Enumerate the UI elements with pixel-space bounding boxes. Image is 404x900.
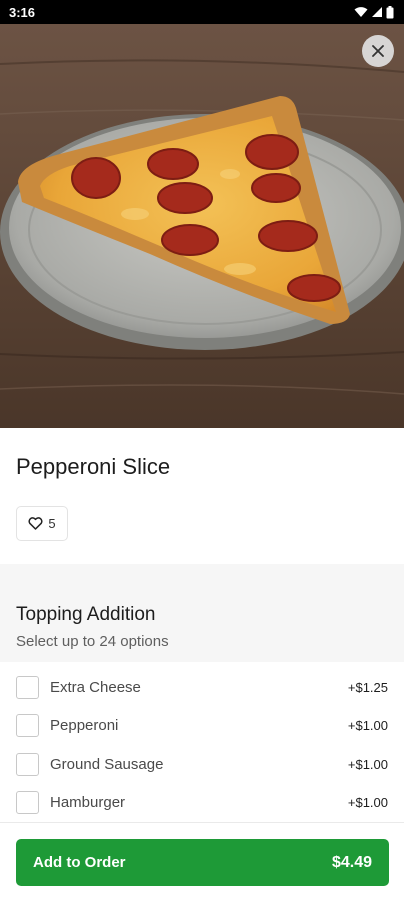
option-label: Ground Sausage [50, 755, 164, 773]
item-title: Pepperoni Slice [16, 454, 171, 479]
option-price: +$1.25 [347, 679, 388, 695]
close-button[interactable] [362, 35, 394, 67]
option-row-ground-sausage[interactable]: Ground Sausage +$1.00 [0, 745, 404, 784]
checkbox[interactable] [16, 675, 39, 699]
option-label: Extra Cheese [50, 678, 141, 696]
option-label: Hamburger [50, 794, 126, 812]
option-row-extra-cheese[interactable]: Extra Cheese +$1.25 [0, 668, 404, 707]
option-row-pepperoni[interactable]: Pepperoni +$1.00 [0, 707, 404, 746]
footer: Add to Order $4.49 [0, 822, 404, 900]
status-icons [354, 5, 394, 19]
wifi-icon [354, 7, 368, 17]
like-count: 5 [48, 516, 56, 531]
close-icon [372, 45, 384, 57]
order-total-price: $4.49 [331, 853, 372, 871]
option-row-hamburger[interactable]: Hamburger +$1.00 [0, 784, 404, 823]
signal-icon [372, 7, 382, 17]
add-to-order-button[interactable]: Add to Order $4.49 [16, 839, 389, 886]
heart-icon [28, 517, 43, 530]
topping-section-header: Topping Addition Select up to 24 options [0, 564, 404, 662]
section-subtitle: Select up to 24 options [16, 633, 169, 650]
status-time: 3:16 [9, 4, 36, 20]
checkbox[interactable] [16, 714, 39, 738]
option-price: +$1.00 [347, 718, 388, 734]
option-label: Pepperoni [50, 717, 119, 735]
like-button[interactable]: 5 [16, 506, 68, 541]
pizza-slice-photo [0, 24, 404, 428]
checkbox[interactable] [16, 752, 39, 776]
status-bar: 3:16 [0, 0, 404, 24]
option-price: +$1.00 [347, 795, 388, 811]
checkbox[interactable] [16, 791, 39, 815]
battery-icon [386, 5, 394, 18]
add-to-order-label: Add to Order [33, 854, 126, 871]
option-price: +$1.00 [347, 756, 388, 772]
topping-options-list: Extra Cheese +$1.25 Pepperoni +$1.00 Gro… [0, 668, 404, 822]
section-title: Topping Addition [16, 604, 156, 625]
hero-image [0, 24, 404, 428]
